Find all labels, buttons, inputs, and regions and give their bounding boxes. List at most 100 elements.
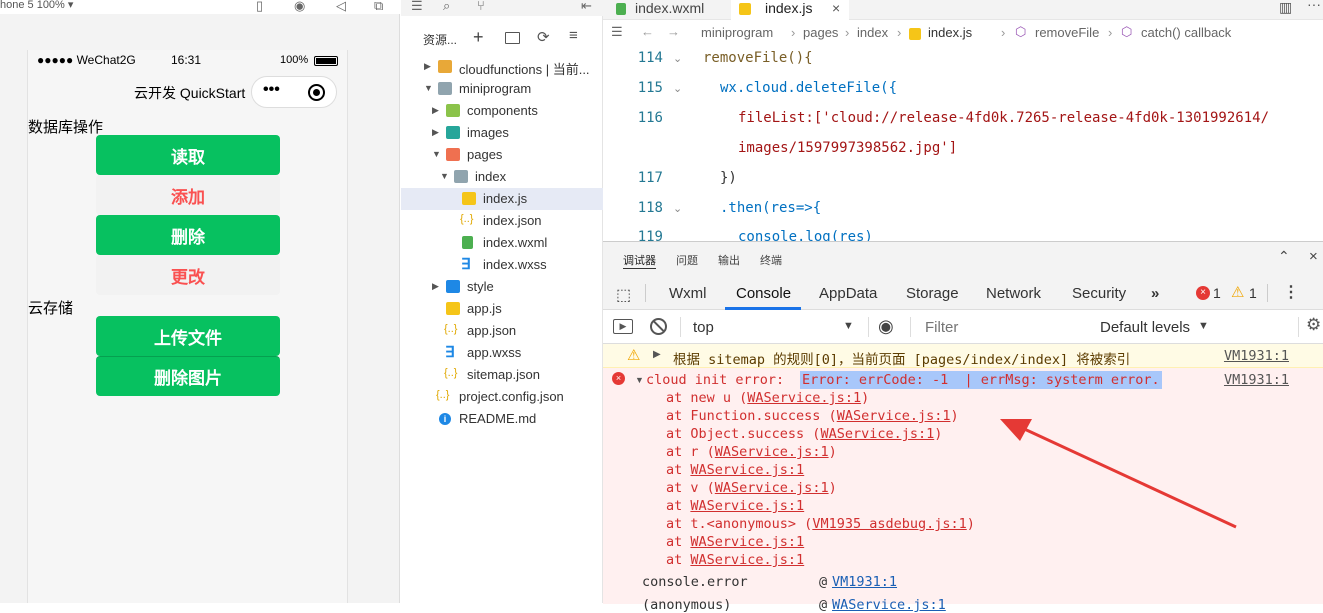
clear-console-icon[interactable] [650,318,667,335]
tree-item-images[interactable]: ▶ images [401,122,603,144]
breadcrumb-item[interactable]: catch() callback [1141,25,1231,40]
breadcrumb-item[interactable]: removeFile [1035,25,1099,40]
search-icon[interactable]: ⌕ [443,0,450,14]
breadcrumb-item[interactable]: index.js [928,25,972,40]
collapse-all-icon[interactable]: ≡ [569,27,578,44]
tree-item-readme[interactable]: i README.md [401,408,603,430]
context-select[interactable]: top ▼ [685,315,861,339]
console-warning-row[interactable]: ⚠ ▶ 根据 sitemap 的规则[0]，当前页面 [pages/index/… [603,344,1323,368]
branch-icon[interactable]: ⑂ [477,0,485,13]
tree-item-index-wxss[interactable]: ∃ index.wxss [401,254,603,276]
footer2-source-link[interactable]: WAService.js:1 [832,597,946,613]
tree-item-app-wxss[interactable]: ∃ app.wxss [401,342,603,364]
kebab-menu-icon[interactable]: ⋮ [1283,282,1299,302]
fold-icon[interactable]: ⌄ [673,82,682,95]
tab-output[interactable]: 输出 [718,252,740,268]
new-file-icon[interactable]: + [473,27,484,48]
delete-button[interactable]: 删除 [96,215,280,255]
close-icon[interactable]: × [832,0,840,16]
code-line[interactable]: wx.cloud.deleteFile({ [720,80,897,96]
tree-item-index-js[interactable]: index.js [401,188,603,210]
more-tabs-icon[interactable]: » [1151,285,1159,302]
stack-link[interactable]: WAService.js:1 [715,444,829,460]
filter-input[interactable] [919,315,1089,339]
tree-item-miniprogram[interactable]: ▼ miniprogram [401,78,603,100]
device-selector[interactable]: hone 5 100% ▾ [0,0,73,11]
delete-image-button[interactable]: 删除图片 [96,356,280,396]
stack-link[interactable]: WAService.js:1 [820,426,934,442]
tree-item-cloudfunctions[interactable]: ▶ cloudfunctions | 当前... [401,56,603,78]
refresh-icon[interactable]: ⟳ [537,28,550,46]
tab-wxml[interactable]: Wxml [669,285,707,302]
tree-item-components[interactable]: ▶ components [401,100,603,122]
tree-item-style[interactable]: ▶ style [401,276,603,298]
tab-console[interactable]: Console [736,285,791,302]
gear-icon[interactable]: ⚙ [1306,315,1321,335]
tree-item-app-json[interactable]: {..} app.json [401,320,603,342]
window-icon[interactable]: ⧉ [374,0,383,14]
breadcrumb-item[interactable]: pages [803,25,838,40]
list-icon[interactable]: ☰ [411,0,423,14]
tab-security[interactable]: Security [1072,285,1126,302]
stack-link[interactable]: WAService.js:1 [690,498,804,514]
volume-icon[interactable]: ◁ [336,0,346,14]
collapse-panel-icon[interactable]: ⇤ [581,0,592,14]
breadcrumb-item[interactable]: miniprogram [701,25,773,40]
footer-source-link[interactable]: VM1931:1 [832,574,897,590]
tab-storage[interactable]: Storage [906,285,959,302]
tree-item-sitemap-json[interactable]: {..} sitemap.json [401,364,603,386]
tree-item-project-config[interactable]: {..} project.config.json [401,386,603,408]
stack-link[interactable]: WAService.js:1 [747,390,861,406]
tree-item-index-json[interactable]: {..} index.json [401,210,603,232]
close-mini-program-icon[interactable] [308,84,325,101]
code-line[interactable]: }) [720,170,737,186]
tree-item-index-wxml[interactable]: index.wxml [401,232,603,254]
more-actions-icon[interactable]: ··· [1307,0,1321,12]
upload-file-button[interactable]: 上传文件 [96,316,280,356]
tab-network[interactable]: Network [986,285,1041,302]
fold-icon[interactable]: ⌄ [673,202,682,215]
code-line[interactable]: fileList:['cloud://release-4fd0k.7265-re… [738,110,1269,126]
split-editor-icon[interactable]: ▥ [1279,0,1292,16]
tree-item-pages[interactable]: ▼ pages [401,144,603,166]
list-icon[interactable]: ☰ [611,24,623,40]
stack-link[interactable]: VM1935 asdebug.js:1 [812,516,966,532]
chevron-up-icon[interactable]: ⌃ [1278,248,1290,265]
tab-terminal[interactable]: 终端 [760,252,782,268]
error-icon[interactable]: × [1196,286,1210,300]
eye-icon[interactable]: ◉ [878,316,894,337]
new-folder-icon[interactable] [505,32,520,44]
breadcrumb-item[interactable]: index [857,25,888,40]
warning-source-link[interactable]: VM1931:1 [1224,348,1289,364]
warning-icon[interactable]: ⚠ [1231,283,1244,301]
code-line[interactable]: removeFile(){ [703,50,813,66]
stack-link[interactable]: WAService.js:1 [690,534,804,550]
add-button[interactable]: 添加 [96,175,280,215]
error-count[interactable]: 1 [1213,285,1221,301]
stack-link[interactable]: WAService.js:1 [837,408,951,424]
update-button[interactable]: 更改 [96,255,280,295]
stack-link[interactable]: WAService.js:1 [715,480,829,496]
tab-debugger[interactable]: 调试器 [623,252,656,269]
chevron-down-icon[interactable]: ▼ [635,375,644,385]
warning-count[interactable]: 1 [1249,285,1257,301]
read-button[interactable]: 读取 [96,135,280,175]
forward-icon[interactable]: → [667,24,680,39]
tab-problems[interactable]: 问题 [676,252,698,268]
record-icon[interactable]: ◉ [294,0,305,14]
inspect-icon[interactable]: ⬚ [616,285,631,305]
fold-icon[interactable]: ⌄ [673,52,682,65]
tab-index-js[interactable]: index.js × [731,0,849,20]
more-icon[interactable]: ••• [263,81,280,99]
error-source-link[interactable]: VM1931:1 [1224,372,1289,388]
back-icon[interactable]: ← [641,24,654,39]
tree-item-index-folder[interactable]: ▼ index [401,166,603,188]
stack-link[interactable]: WAService.js:1 [690,462,804,478]
tree-item-app-js[interactable]: app.js [401,298,603,320]
code-line[interactable]: .then(res=>{ [720,200,821,216]
sidebar-toggle-icon[interactable]: ▶ [613,319,633,334]
phone-icon[interactable]: ▯ [256,0,263,14]
chevron-right-icon[interactable]: ▶ [653,349,661,360]
stack-link[interactable]: WAService.js:1 [690,552,804,568]
levels-select[interactable]: Default levels ▼ [1099,315,1209,339]
